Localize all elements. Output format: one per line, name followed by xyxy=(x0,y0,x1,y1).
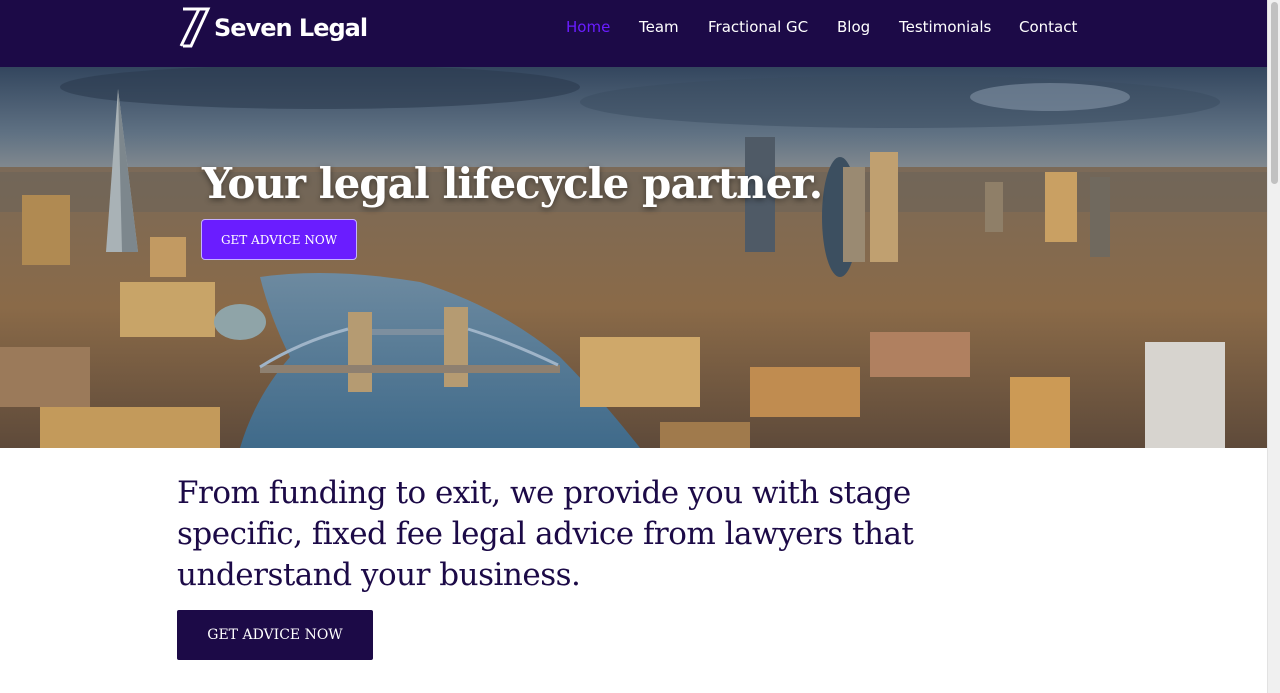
nav-contact-link[interactable]: Contact xyxy=(1019,18,1077,36)
nav-blog-link[interactable]: Blog xyxy=(837,18,870,36)
page-scrollbar[interactable] xyxy=(1267,0,1280,693)
intro-paragraph: From funding to exit, we provide you wit… xyxy=(177,475,914,593)
nav-home-link[interactable]: Home xyxy=(566,18,610,36)
hero-banner: Your legal lifecycle partner. GET ADVICE… xyxy=(0,67,1267,448)
hero-get-advice-button[interactable]: GET ADVICE NOW xyxy=(201,219,357,260)
scrollbar-thumb[interactable] xyxy=(1271,2,1278,184)
get-advice-button[interactable]: GET ADVICE NOW xyxy=(177,610,373,660)
nav-team-link[interactable]: Team xyxy=(639,18,679,36)
nav-testimonials-link[interactable]: Testimonials xyxy=(899,18,991,36)
hero-title: Your legal lifecycle partner. xyxy=(202,159,823,208)
main-menu: Home Team Fractional GC Blog Testimonial… xyxy=(0,18,1267,38)
nav-fractional-gc-link[interactable]: Fractional GC xyxy=(708,18,808,36)
london-skyline-image xyxy=(0,67,1267,448)
top-navigation: Seven Legal Home Team Fractional GC Blog… xyxy=(0,0,1267,67)
